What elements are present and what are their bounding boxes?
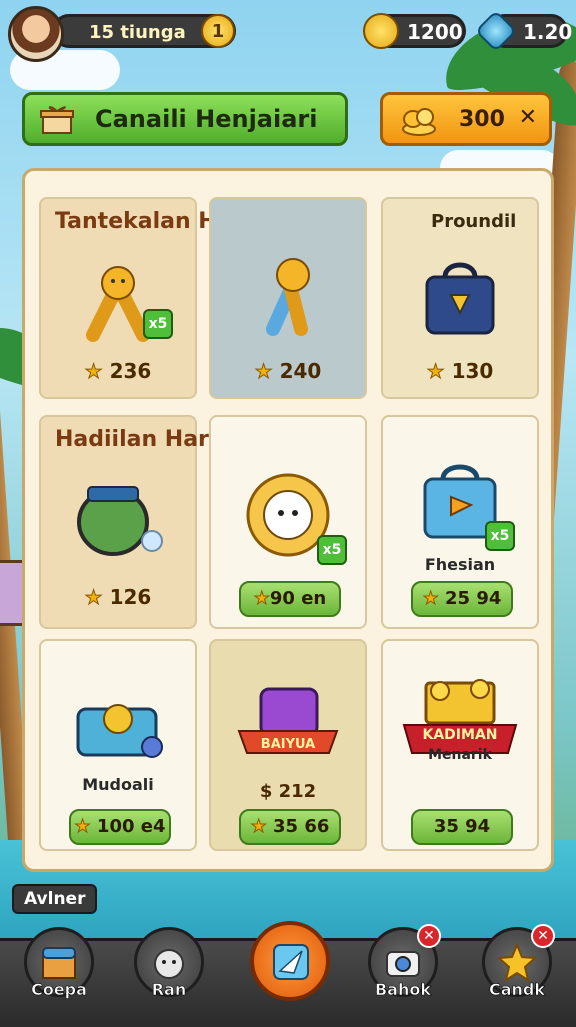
claim-price-button[interactable]: 35 94 (411, 809, 513, 845)
daily-rewards-title-button[interactable]: Canaili Henjaiari (22, 92, 348, 146)
claim-price-button[interactable]: ★ 35 66 (239, 809, 341, 845)
reward-card[interactable]: KADIMAN Menarik 35 94 (381, 639, 539, 851)
player-avatar[interactable] (8, 6, 64, 62)
notification-badge: ✕ (531, 924, 555, 948)
nav-label: Coepa (31, 980, 87, 1000)
paper-plane-icon (273, 944, 309, 980)
level-badge: 1 (201, 14, 235, 48)
star-icon (497, 942, 537, 982)
top-bar: 15 tiunga 1 1200 1.20 (0, 0, 576, 62)
nav-pets-button[interactable]: Ran (134, 927, 204, 999)
coin-balance-button[interactable]: 300 ✕ (380, 92, 552, 146)
gold-amount: 1200 (407, 20, 463, 44)
gold-coin-icon (363, 13, 399, 49)
multiplier-badge: x5 (485, 521, 515, 551)
card-price: $ 212 (259, 781, 317, 802)
pet-face-icon (154, 949, 184, 979)
chest-icon (42, 947, 76, 979)
partner-label[interactable]: Avlner (12, 884, 98, 914)
multiplier-badge: x5 (317, 535, 347, 565)
banner-subtext: Menarik (428, 747, 492, 763)
claim-price-button[interactable]: ★ 25 94 (411, 581, 513, 617)
nav-favorites-button[interactable]: ✕ Candk (482, 924, 555, 999)
nav-label: Candk (488, 980, 546, 1000)
card-subtitle: Fhesian (424, 555, 496, 574)
card-price: ★ 130 (426, 359, 494, 384)
notification-badge: ✕ (417, 924, 441, 948)
card-price: ★ 240 (254, 359, 322, 384)
bottom-nav: Coepa Ran ✕ Bahok ✕ Candk (0, 921, 576, 1027)
card-price: ★ 236 (84, 359, 152, 384)
card-price: ★ 126 (84, 585, 152, 610)
star-icon: ★ (84, 359, 103, 384)
nav-main-action-button[interactable] (250, 921, 330, 1001)
reward-card[interactable]: x5 ★90 en (209, 415, 367, 629)
console-item-icon (76, 704, 163, 758)
gold-counter[interactable]: 1200 (363, 13, 466, 49)
close-icon[interactable]: ✕ (519, 105, 537, 130)
nav-shop-button[interactable]: Coepa (24, 927, 94, 999)
banner-text: KADIMAN (422, 727, 498, 743)
dumbbell-toy-icon (266, 258, 310, 336)
reward-card[interactable]: Tantekalan Harian x5 ★ 236 (39, 197, 280, 399)
reward-card[interactable]: BAIYUA $ 212 ★ 35 66 (209, 639, 367, 851)
treasure-bag-icon (425, 262, 495, 335)
gem-counter[interactable]: 1.20 (474, 9, 572, 53)
nav-camera-button[interactable]: ✕ Bahok (368, 924, 441, 999)
coin-pile-icon (402, 108, 436, 136)
gift-icon (40, 106, 74, 134)
star-icon: ★ (74, 816, 91, 838)
star-icon: ★ (422, 588, 439, 610)
rewards-panel: Tantekalan Harian x5 ★ 236 ★ 240 Proundi… (22, 168, 554, 872)
star-icon: ★ (253, 588, 270, 610)
star-icon: ★ (250, 816, 267, 838)
player-name-pill[interactable]: 15 tiunga 1 (52, 14, 236, 48)
coin-amount: 300 (459, 107, 505, 132)
nav-label: Bahok (374, 980, 432, 1000)
claim-price-button[interactable]: ★ 100 e4 (69, 809, 171, 845)
banner-text: BAIYUA (260, 737, 316, 752)
reward-card[interactable]: ★ 240 (209, 197, 367, 399)
player-name: 15 tiunga (89, 22, 186, 43)
drum-item-icon (77, 486, 163, 556)
page-title: Canaili Henjaiari (95, 105, 318, 133)
star-icon: ★ (84, 585, 103, 610)
card-title: Proundil (431, 211, 517, 232)
gem-icon (474, 9, 518, 53)
gem-amount: 1.20 (523, 20, 573, 44)
camera-icon (386, 951, 420, 977)
reward-card[interactable]: Mudoali ★ 100 e4 (39, 639, 197, 851)
reward-card[interactable]: x5 Fhesian ★ 25 94 (381, 415, 539, 629)
card-subtitle: Mudoali (82, 775, 154, 794)
star-icon: ★ (254, 359, 273, 384)
claim-price-button[interactable]: ★90 en (239, 581, 341, 617)
star-icon: ★ (426, 359, 445, 384)
reward-card[interactable]: Proundil ★ 130 (381, 197, 539, 399)
multiplier-badge: x5 (143, 309, 173, 339)
nav-label: Ran (151, 980, 187, 1000)
reward-card[interactable]: Hadiilan Harian ★ 126 (39, 415, 247, 629)
